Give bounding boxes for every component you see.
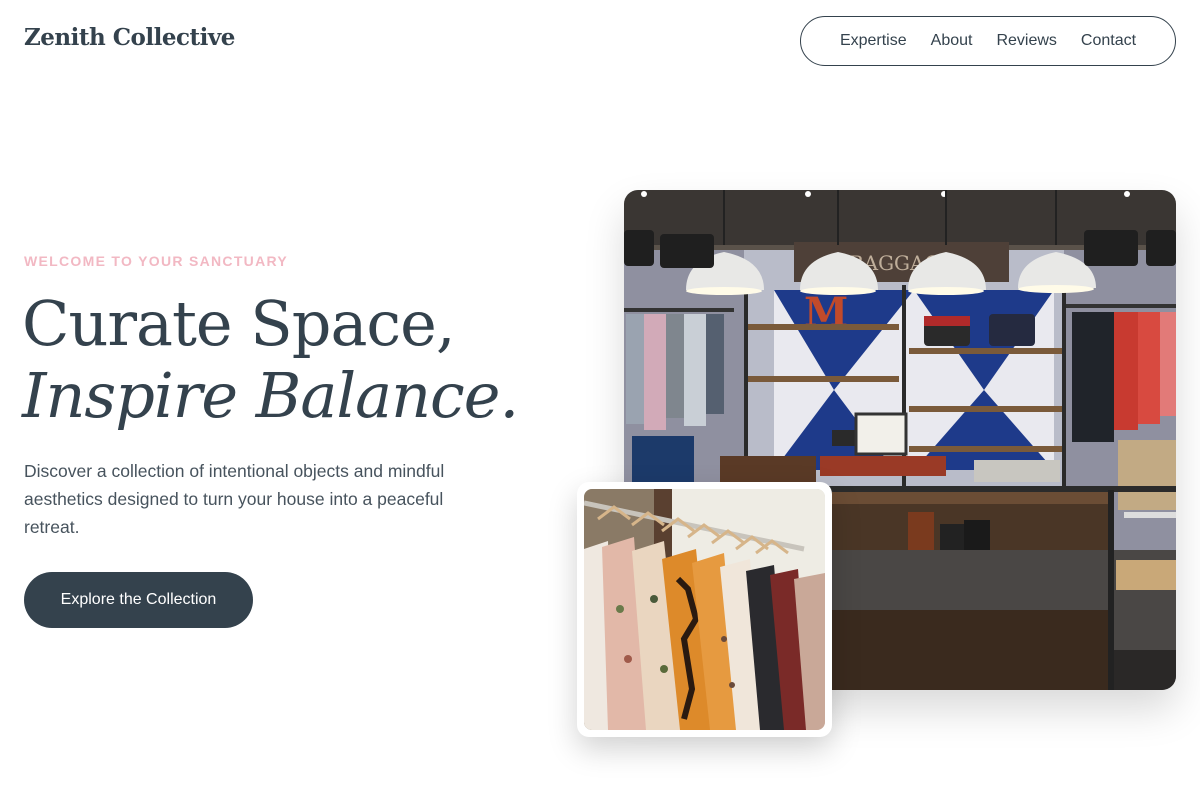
nav-link-contact[interactable]: Contact (1081, 32, 1136, 50)
hero-lead: Discover a collection of intentional obj… (24, 461, 445, 537)
nav-link-reviews[interactable]: Reviews (996, 32, 1056, 50)
main-nav: Expertise About Reviews Contact (800, 16, 1176, 66)
hero-headline-line2: Inspire Balance. (22, 359, 519, 432)
hero-headline-line1: Curate Space, (22, 287, 456, 360)
nav-link-expertise[interactable]: Expertise (840, 32, 907, 50)
brand-logo[interactable]: Zenith Collective (24, 24, 235, 51)
explore-collection-button[interactable]: Explore the Collection (24, 572, 253, 628)
nav-link-about[interactable]: About (931, 32, 973, 50)
hero-headline: Curate Space, Inspire Balance. (22, 288, 582, 432)
site-header: Zenith Collective Expertise About Review… (0, 0, 1200, 84)
clothing-rack-image-frame (577, 482, 832, 737)
clothing-rack-image (584, 489, 825, 730)
hero-eyebrow: WELCOME TO YOUR SANCTUARY (24, 253, 289, 269)
